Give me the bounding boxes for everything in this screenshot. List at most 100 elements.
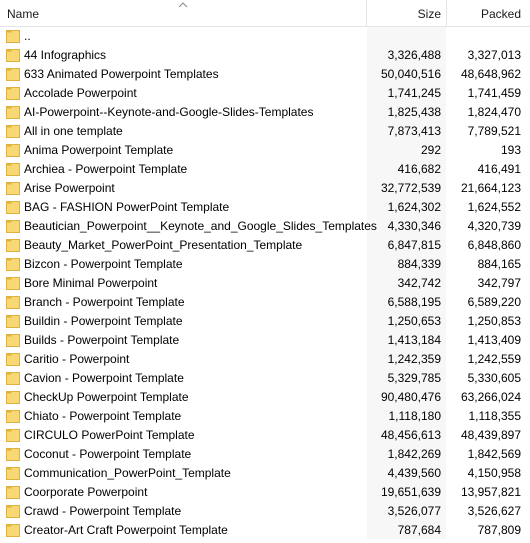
folder-icon: [6, 447, 20, 461]
item-size: 1,242,359: [387, 352, 441, 366]
item-packed: 3,327,013: [467, 48, 521, 62]
item-packed: 787,809: [477, 523, 521, 537]
folder-icon: [6, 200, 20, 214]
list-item[interactable]: Archiea - Powerpoint Template 416,682 416,…: [0, 160, 530, 179]
item-name: 44 Infographics: [24, 48, 107, 62]
list-item[interactable]: Beauty_Market_PowerPoint_Presentation_Te…: [0, 236, 530, 255]
folder-icon: [6, 295, 20, 309]
list-item[interactable]: Coorporate Powerpoint 19,651,639 13,957,82…: [0, 483, 530, 502]
folder-icon: [6, 48, 20, 62]
list-item[interactable]: BAG - FASHION PowerPoint Template 1,624,3…: [0, 198, 530, 217]
folder-icon: [6, 105, 20, 119]
item-name: Branch - Powerpoint Template: [24, 295, 185, 309]
item-name: CIRCULO PowerPoint Template: [24, 428, 195, 442]
column-header-packed[interactable]: Packed: [481, 0, 521, 26]
item-packed: 1,824,470: [467, 105, 521, 119]
item-packed: 48,439,897: [460, 428, 521, 442]
item-packed: 3,526,627: [467, 504, 521, 518]
list-item[interactable]: CIRCULO PowerPoint Template 48,456,613 48,…: [0, 426, 530, 445]
item-packed: 193: [500, 143, 521, 157]
list-item[interactable]: Bizcon - Powerpoint Template 884,339 884,1…: [0, 255, 530, 274]
item-size: 787,684: [397, 523, 441, 537]
list-item[interactable]: Buildin - Powerpoint Template 1,250,653 1,…: [0, 312, 530, 331]
folder-icon: [6, 181, 20, 195]
column-divider[interactable]: [446, 0, 447, 26]
list-item[interactable]: Builds - Powerpoint Template 1,413,184 1,4…: [0, 331, 530, 350]
item-size: 19,651,639: [380, 485, 441, 499]
list-item[interactable]: Bore Minimal Powerpoint 342,742 342,797: [0, 274, 530, 293]
list-item[interactable]: Beautician_Powerpoint__Keynote_and_Googl…: [0, 217, 530, 236]
item-size: 4,439,560: [387, 466, 441, 480]
item-size: 416,682: [397, 162, 441, 176]
item-name: Crawd - Powerpoint Template: [24, 504, 182, 518]
item-packed: 63,266,024: [460, 390, 521, 404]
item-packed: 21,664,123: [460, 181, 521, 195]
item-name: 633 Animated Powerpoint Templates: [24, 67, 219, 81]
item-name: All in one template: [24, 124, 123, 138]
item-size: 6,847,815: [387, 238, 441, 252]
list-item[interactable]: Caritio - Powerpoint 1,242,359 1,242,559: [0, 350, 530, 369]
item-size: 1,413,184: [387, 333, 441, 347]
folder-icon: [6, 466, 20, 480]
list-item[interactable]: Arise Powerpoint 32,772,539 21,664,123: [0, 179, 530, 198]
column-divider[interactable]: [366, 0, 367, 26]
parent-folder-row[interactable]: ..: [0, 27, 530, 46]
item-size: 3,526,077: [387, 504, 441, 518]
item-packed: 416,491: [477, 162, 521, 176]
list-item[interactable]: 633 Animated Powerpoint Templates 50,040,…: [0, 65, 530, 84]
item-size: 4,330,346: [387, 219, 441, 233]
item-size: 5,329,785: [387, 371, 441, 385]
folder-icon: [6, 523, 20, 537]
item-packed: 6,848,860: [467, 238, 521, 252]
column-header-name[interactable]: Name: [7, 0, 39, 26]
list-item[interactable]: 44 Infographics 3,326,488 3,327,013: [0, 46, 530, 65]
item-name: ..: [24, 29, 31, 43]
list-item[interactable]: Anima Powerpoint Template 292 193: [0, 141, 530, 160]
item-name: Arise Powerpoint: [24, 181, 115, 195]
item-name: Creator-Art Craft Powerpoint Template: [24, 523, 228, 537]
item-packed: 1,118,355: [468, 409, 522, 423]
folder-icon: [6, 219, 20, 233]
item-packed: 1,413,409: [467, 333, 521, 347]
item-size: 1,741,245: [387, 86, 441, 100]
folder-icon: [6, 333, 20, 347]
list-item[interactable]: All in one template 7,873,413 7,789,521: [0, 122, 530, 141]
item-name: Cavion - Powerpoint Template: [24, 371, 184, 385]
item-name: AI-Powerpoint--Keynote-and-Google-Slides…: [24, 105, 314, 119]
list-item[interactable]: Cavion - Powerpoint Template 5,329,785 5,3…: [0, 369, 530, 388]
list-item[interactable]: Crawd - Powerpoint Template 3,526,077 3,52…: [0, 502, 530, 521]
item-packed: 1,741,459: [467, 86, 521, 100]
folder-icon: [6, 409, 20, 423]
list-item[interactable]: Communication_PowerPoint_Template 4,439,5…: [0, 464, 530, 483]
list-item[interactable]: AI-Powerpoint--Keynote-and-Google-Slides…: [0, 103, 530, 122]
item-packed: 48,648,962: [460, 67, 521, 81]
file-list: .. 44 Infographics 3,326,488 3,327,013 633 A…: [0, 27, 530, 540]
item-size: 48,456,613: [380, 428, 441, 442]
item-packed: 1,250,853: [467, 314, 521, 328]
list-item[interactable]: Chiato - Powerpoint Template 1,118,180 1,1…: [0, 407, 530, 426]
list-item[interactable]: Creator-Art Craft Powerpoint Template 787…: [0, 521, 530, 540]
item-name: Communication_PowerPoint_Template: [24, 466, 231, 480]
item-size: 3,326,488: [387, 48, 441, 62]
item-name: Beautician_Powerpoint__Keynote_and_Googl…: [24, 219, 377, 233]
list-item[interactable]: Accolade Powerpoint 1,741,245 1,741,459: [0, 84, 530, 103]
item-packed: 1,242,559: [467, 352, 521, 366]
item-packed: 5,330,605: [467, 371, 521, 385]
item-name: BAG - FASHION PowerPoint Template: [24, 200, 230, 214]
item-size: 32,772,539: [380, 181, 441, 195]
item-name: Buildin - Powerpoint Template: [24, 314, 183, 328]
list-item[interactable]: CheckUp Powerpoint Template 90,480,476 63,…: [0, 388, 530, 407]
item-name: Bizcon - Powerpoint Template: [24, 257, 183, 271]
folder-icon: [6, 124, 20, 138]
list-item[interactable]: Branch - Powerpoint Template 6,588,195 6,5…: [0, 293, 530, 312]
item-size: 7,873,413: [387, 124, 441, 138]
item-name: Caritio - Powerpoint: [24, 352, 130, 366]
list-item[interactable]: Coconut - Powerpoint Template 1,842,269 1,…: [0, 445, 530, 464]
item-name: Beauty_Market_PowerPoint_Presentation_Te…: [24, 238, 303, 252]
item-name: Anima Powerpoint Template: [24, 143, 174, 157]
folder-icon: [6, 29, 20, 43]
column-header-size[interactable]: Size: [418, 0, 441, 26]
folder-icon: [6, 504, 20, 518]
folder-icon: [6, 352, 20, 366]
item-packed: 4,150,958: [467, 466, 521, 480]
